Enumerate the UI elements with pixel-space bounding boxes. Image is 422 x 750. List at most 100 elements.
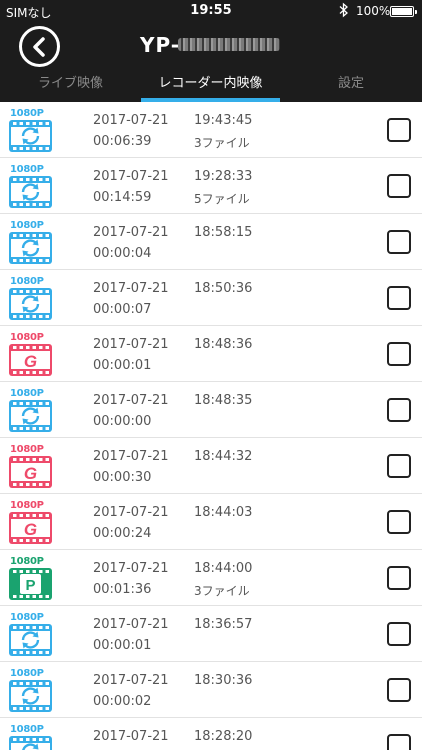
recording-duration: 00:00:02 [93,694,152,709]
resolution-label: 1080P [10,164,44,175]
recording-time: 19:43:45 [194,113,253,128]
battery-percent: 100% [356,4,391,18]
battery-icon [390,6,417,17]
recording-time: 18:44:00 [194,561,253,576]
recording-time: 18:30:36 [194,673,253,688]
select-checkbox[interactable] [387,678,411,702]
nav-bar: YP- [0,22,422,67]
resolution-label: 1080P [10,668,44,679]
recording-duration: 00:00:01 [93,358,152,373]
recording-date: 2017-07-21 [93,169,169,184]
resolution-label: 1080P [10,724,44,735]
recording-duration: 00:00:01 [93,638,152,653]
recording-date: 2017-07-21 [93,505,169,520]
recording-date: 2017-07-21 [93,225,169,240]
recording-row[interactable]: 1080P G 2017-07-21 00:00:30 18:44:32 [0,438,422,494]
recording-row[interactable]: 1080P 2017-07-21 00:14:59 19:28:33 5ファイル [0,158,422,214]
recording-date: 2017-07-21 [93,673,169,688]
recording-duration: 00:01:36 [93,582,152,597]
select-checkbox[interactable] [387,286,411,310]
resolution-label: 1080P [10,332,44,343]
select-checkbox[interactable] [387,734,411,750]
resolution-label: 1080P [10,108,44,119]
loop-film-icon [9,288,52,320]
file-count: 3ファイル [194,584,250,598]
tab-live-video[interactable]: ライブ映像 [0,67,141,102]
recording-time: 18:28:20 [194,729,253,744]
select-checkbox[interactable] [387,174,411,198]
recording-date: 2017-07-21 [93,617,169,632]
file-count: 3ファイル [194,136,250,150]
select-checkbox[interactable] [387,566,411,590]
select-checkbox[interactable] [387,118,411,142]
recording-time: 18:44:03 [194,505,253,520]
loop-film-icon [9,736,52,750]
video-thumbnail: 1080P [9,164,52,208]
select-checkbox[interactable] [387,510,411,534]
video-thumbnail: 1080P [9,220,52,264]
recording-row[interactable]: 1080P 2017-07-21 18:28:20 [0,718,422,750]
recording-row[interactable]: 1080P 2017-07-21 00:00:01 18:36:57 [0,606,422,662]
loop-film-icon [9,176,52,208]
resolution-label: 1080P [10,276,44,287]
select-checkbox[interactable] [387,622,411,646]
select-checkbox[interactable] [387,342,411,366]
loop-film-icon [9,624,52,656]
recording-date: 2017-07-21 [93,449,169,464]
recording-date: 2017-07-21 [93,337,169,352]
recording-date: 2017-07-21 [93,113,169,128]
resolution-label: 1080P [10,220,44,231]
recording-date: 2017-07-21 [93,281,169,296]
video-thumbnail: 1080P G [9,500,52,544]
resolution-label: 1080P [10,444,44,455]
video-thumbnail: 1080P [9,388,52,432]
select-checkbox[interactable] [387,454,411,478]
recording-duration: 00:06:39 [93,134,152,149]
g-sensor-film-icon: G [9,512,52,544]
parking-film-icon: P [9,568,52,600]
video-thumbnail: 1080P [9,724,52,750]
recording-date: 2017-07-21 [93,561,169,576]
g-sensor-film-icon: G [9,456,52,488]
video-thumbnail: 1080P G [9,332,52,376]
recording-row[interactable]: 1080P G 2017-07-21 00:00:01 18:48:36 [0,326,422,382]
recording-row[interactable]: 1080P 2017-07-21 00:00:07 18:50:36 [0,270,422,326]
back-button[interactable] [19,26,60,67]
recording-row[interactable]: 1080P 2017-07-21 00:00:02 18:30:36 [0,662,422,718]
loop-film-icon [9,120,52,152]
recording-date: 2017-07-21 [93,393,169,408]
video-thumbnail: 1080P [9,108,52,152]
svg-text:G: G [24,464,37,483]
page-title: YP- [140,33,181,57]
tab-label: 設定 [337,76,364,91]
recording-row[interactable]: 1080P 2017-07-21 00:00:04 18:58:15 [0,214,422,270]
file-count: 5ファイル [194,192,250,206]
tab-bar: ライブ映像 レコーダー内映像 設定 [0,67,422,102]
tab-recorder-video[interactable]: レコーダー内映像 [141,67,280,102]
svg-text:P: P [25,577,35,594]
tab-label: レコーダー内映像 [158,76,263,91]
tab-label: ライブ映像 [37,76,103,91]
recording-row[interactable]: 1080P 2017-07-21 00:06:39 19:43:45 3ファイル [0,102,422,158]
recording-time: 18:48:35 [194,393,253,408]
select-checkbox[interactable] [387,398,411,422]
recording-row[interactable]: 1080P G 2017-07-21 00:00:24 18:44:03 [0,494,422,550]
status-bar: SIMなし 19:55 100% [0,0,422,22]
loop-film-icon [9,232,52,264]
recording-row[interactable]: 1080P P 2017-07-21 00:01:36 18:44:00 3ファ… [0,550,422,606]
recording-row[interactable]: 1080P 2017-07-21 00:00:00 18:48:35 [0,382,422,438]
recording-duration: 00:00:00 [93,414,152,429]
resolution-label: 1080P [10,612,44,623]
recording-time: 18:44:32 [194,449,253,464]
recording-time: 18:36:57 [194,617,253,632]
tab-settings[interactable]: 設定 [280,67,422,102]
recording-time: 18:48:36 [194,337,253,352]
recording-time: 18:58:15 [194,225,253,240]
video-thumbnail: 1080P P [9,556,52,600]
resolution-label: 1080P [10,388,44,399]
select-checkbox[interactable] [387,230,411,254]
loop-film-icon [9,680,52,712]
resolution-label: 1080P [10,556,44,567]
recording-duration: 00:00:07 [93,302,152,317]
recording-duration: 00:14:59 [93,190,152,205]
